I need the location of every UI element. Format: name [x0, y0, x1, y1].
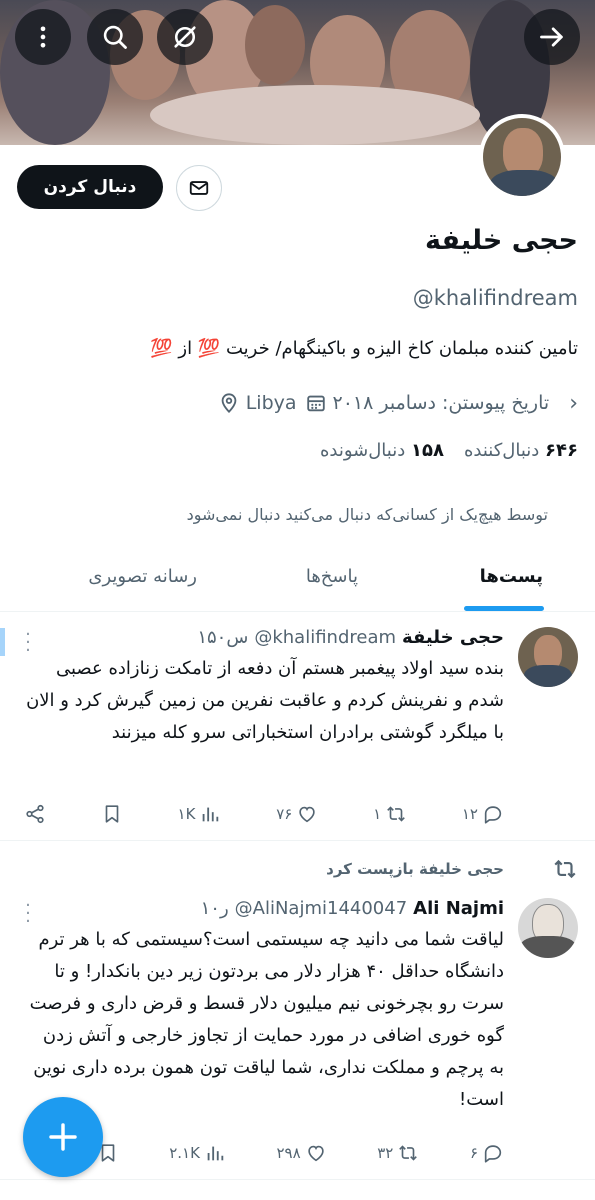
- post-more-icon[interactable]: · · ·: [24, 897, 32, 931]
- search-button[interactable]: [87, 9, 143, 65]
- back-button[interactable]: [524, 9, 580, 65]
- following-count: ۱۵۸: [410, 440, 444, 461]
- bookmark-button[interactable]: [101, 803, 123, 825]
- post-text: بنده سید اولاد پیغمبر هستم آن دفعه از تا…: [26, 658, 504, 743]
- mail-icon: [189, 181, 209, 195]
- view-count: ۲.۱K: [169, 1144, 200, 1162]
- tab-posts[interactable]: پست‌ها: [480, 566, 543, 587]
- post-author[interactable]: Ali Najmi: [413, 898, 504, 919]
- profile-tabs: پست‌ها پاسخ‌ها رسانه تصویری: [0, 550, 595, 612]
- follow-button[interactable]: دنبال کردن: [17, 165, 163, 209]
- more-options-button[interactable]: [15, 9, 71, 65]
- views-button[interactable]: ۱K: [178, 803, 222, 825]
- repost-button[interactable]: ۳۲: [377, 1142, 419, 1164]
- active-tab-indicator: [464, 606, 544, 611]
- heart-icon: [307, 1145, 324, 1162]
- share-icon: [26, 804, 44, 824]
- grok-button[interactable]: [157, 9, 213, 65]
- plus-icon: [49, 1123, 77, 1151]
- following-stat[interactable]: ۱۵۸ دنبال‌شونده: [320, 440, 444, 461]
- like-button[interactable]: ۲۹۸: [276, 1142, 326, 1164]
- post-more-icon[interactable]: · · ·: [24, 626, 32, 660]
- chevron-left-icon[interactable]: ‹: [569, 391, 578, 416]
- repost-button[interactable]: ۱: [373, 803, 407, 825]
- post-text: لیاقت شما می دانید چه سیستمی است؟سیستمی …: [29, 929, 504, 1110]
- not-followed-notice: توسط هیچ‌یک از کسانی‌که دنبال می‌کنید دن…: [186, 505, 548, 524]
- reply-count: ۱۲: [461, 805, 478, 823]
- location-pin-icon: [221, 393, 237, 413]
- share-button[interactable]: [24, 803, 46, 825]
- post-actions: ۱۲ ۱ ۷۶ ۱K: [24, 799, 504, 829]
- arrow-right-icon: [540, 27, 563, 47]
- repost-count: ۳۲: [377, 1144, 394, 1162]
- repost-icon: [399, 1145, 418, 1161]
- calendar-icon: [306, 395, 325, 412]
- post-time[interactable]: ۱۰ر: [201, 898, 229, 919]
- view-count: ۱K: [177, 805, 196, 823]
- grok-icon: [174, 26, 196, 48]
- join-date: تاریخ پیوستن: دسامبر ۲۰۱۸: [305, 392, 550, 414]
- reply-button[interactable]: ۶: [470, 1142, 504, 1164]
- profile-bio: تامین کننده مبلمان کاخ الیزه و باکینگهام…: [150, 338, 578, 359]
- join-date-text: تاریخ پیوستن: دسامبر ۲۰۱۸: [332, 392, 550, 414]
- like-count: ۲۹۸: [276, 1144, 301, 1162]
- repost-indicator-icon: [554, 859, 576, 879]
- repost-label[interactable]: حجی خلیفة بازپست کرد: [326, 860, 504, 878]
- profile-avatar[interactable]: [479, 114, 565, 200]
- thread-indicator: [0, 628, 5, 656]
- post-handle[interactable]: @khalifindream: [254, 627, 396, 648]
- repost-count: ۱: [373, 805, 382, 823]
- views-icon: [207, 1146, 224, 1161]
- reply-icon: [484, 1145, 502, 1163]
- more-vertical-icon: [40, 26, 46, 48]
- profile-name: حجی خلیفة: [425, 225, 578, 256]
- tab-replies[interactable]: پاسخ‌ها: [306, 566, 358, 587]
- tab-media[interactable]: رسانه تصویری: [88, 566, 197, 587]
- bookmark-icon: [105, 805, 119, 823]
- follow-stats: ۱۵۸ دنبال‌شونده ۶۴۶ دنبال‌کننده: [320, 440, 578, 461]
- compose-button[interactable]: [23, 1097, 103, 1177]
- repost-icon: [387, 806, 405, 822]
- message-button[interactable]: [176, 165, 222, 211]
- post[interactable]: حجی خلیفة @khalifindream ۱۵۰س · · · بنده س…: [0, 613, 595, 841]
- like-count: ۷۶: [276, 805, 293, 823]
- followers-count: ۶۴۶: [545, 440, 578, 461]
- reply-icon: [484, 806, 502, 824]
- post-handle[interactable]: @AliNajmi1440047: [235, 898, 408, 919]
- post-header: حجی خلیفة @khalifindream ۱۵۰س: [197, 627, 504, 648]
- heart-icon: [299, 806, 316, 823]
- profile-handle: @khalifindream: [412, 286, 578, 310]
- post-avatar[interactable]: [518, 898, 578, 958]
- reply-button[interactable]: ۱۲: [462, 803, 504, 825]
- views-button[interactable]: ۲.۱K: [169, 1142, 226, 1164]
- reply-count: ۶: [469, 1144, 478, 1162]
- like-button[interactable]: ۷۶: [276, 803, 318, 825]
- post-time[interactable]: ۱۵۰س: [197, 627, 248, 648]
- location: Libya: [218, 392, 297, 414]
- post-header: Ali Najmi @AliNajmi1440047 ۱۰ر: [201, 898, 504, 919]
- location-text: Libya: [245, 392, 297, 414]
- views-icon: [203, 807, 219, 822]
- post-avatar[interactable]: [518, 627, 578, 687]
- profile-meta: Libya تاریخ پیوستن: دسامبر ۲۰۱۸ ‹: [218, 388, 578, 418]
- followers-label: دنبال‌کننده: [463, 440, 540, 461]
- search-icon: [103, 25, 127, 49]
- followers-stat[interactable]: ۶۴۶ دنبال‌کننده: [464, 440, 578, 461]
- post-author[interactable]: حجی خلیفة: [402, 627, 504, 648]
- following-label: دنبال‌شونده: [319, 440, 406, 461]
